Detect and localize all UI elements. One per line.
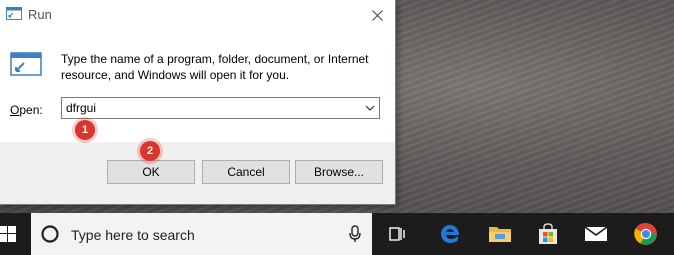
title-bar: Run — [0, 0, 395, 30]
dialog-description: Type the name of a program, folder, docu… — [61, 52, 369, 82]
cancel-button[interactable]: Cancel — [202, 160, 290, 184]
open-input[interactable]: dfrgui — [66, 101, 96, 115]
run-icon — [10, 52, 42, 76]
dialog-footer: OK Cancel Browse... — [0, 142, 395, 204]
microphone-icon[interactable] — [348, 225, 362, 243]
chrome-button[interactable] — [624, 213, 668, 255]
run-dialog: Run Type the name of a program, folder, … — [0, 0, 396, 205]
start-button[interactable] — [0, 213, 30, 255]
dialog-title: Run — [28, 7, 52, 22]
run-app-icon — [6, 7, 22, 20]
cortana-circle-icon — [41, 225, 59, 243]
mail-button[interactable] — [574, 213, 618, 255]
taskbar-search-box[interactable]: Type here to search — [31, 213, 372, 255]
taskbar: Type here to search — [0, 213, 674, 255]
open-label: Open: — [10, 103, 43, 117]
dialog-content — [0, 30, 395, 142]
chrome-icon — [634, 222, 657, 245]
edge-button[interactable] — [428, 213, 472, 255]
edge-icon — [441, 225, 459, 243]
open-combobox[interactable]: dfrgui — [61, 97, 380, 119]
step-badge-1: 1 — [75, 120, 95, 140]
chevron-down-icon[interactable] — [363, 101, 377, 115]
ok-button[interactable]: OK — [107, 160, 195, 184]
close-icon — [371, 9, 383, 21]
task-view-button[interactable] — [376, 213, 420, 255]
store-icon — [539, 223, 557, 244]
store-button[interactable] — [526, 213, 570, 255]
close-button[interactable] — [359, 0, 395, 30]
open-label-accesskey: O — [10, 103, 20, 117]
mail-icon — [584, 226, 608, 241]
search-placeholder[interactable]: Type here to search — [71, 227, 195, 243]
windows-start-icon — [0, 226, 16, 242]
open-label-text: pen: — [19, 103, 43, 117]
file-explorer-button[interactable] — [478, 213, 522, 255]
task-view-icon — [389, 227, 405, 241]
browse-button[interactable]: Browse... — [295, 160, 383, 184]
step-badge-2: 2 — [140, 141, 160, 161]
file-explorer-icon — [489, 227, 511, 242]
